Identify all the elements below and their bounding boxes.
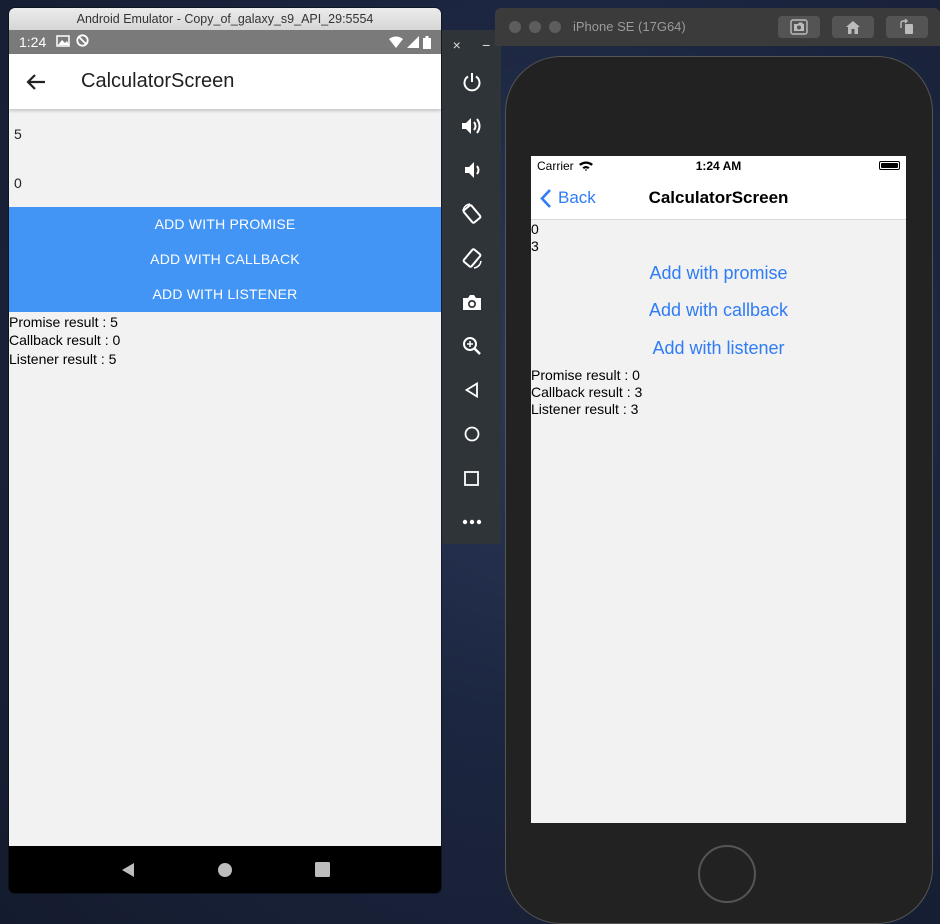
screenshot-icon	[790, 19, 808, 35]
android-add-with-promise-button[interactable]: ADD WITH PROMISE	[9, 207, 441, 242]
close-window-button[interactable]	[509, 21, 521, 33]
ios-callback-result: Callback result : 3	[531, 384, 643, 400]
battery-icon	[879, 161, 900, 170]
simulator-screenshot-button[interactable]	[778, 16, 820, 38]
android-callback-result: Callback result : 0	[9, 332, 121, 348]
volume-down-button[interactable]	[442, 148, 501, 192]
volume-up-button[interactable]	[442, 104, 501, 148]
ios-promise-result: Promise result : 0	[531, 367, 640, 383]
more-icon	[462, 519, 481, 525]
zoom-window-button[interactable]	[549, 21, 561, 33]
volume-up-icon	[461, 118, 480, 134]
android-add-with-listener-button[interactable]: ADD WITH LISTENER	[9, 277, 441, 312]
android-status-bar: 1:24	[9, 30, 441, 54]
simulator-rotate-button[interactable]	[886, 16, 928, 38]
volume-down-icon	[464, 162, 479, 178]
image-icon	[56, 34, 70, 50]
zoom-button[interactable]	[442, 324, 501, 368]
rotate-left-icon	[461, 203, 481, 224]
ios-window-titlebar[interactable]: iPhone SE (17G64)	[495, 8, 940, 46]
signal-icon	[407, 36, 419, 48]
ios-status-bar: Carrier 1:24 AM	[531, 156, 906, 176]
simulator-home-button[interactable]	[832, 16, 874, 38]
nav-back-icon[interactable]	[120, 862, 136, 878]
android-first-value: 5	[14, 126, 22, 142]
arrow-left-icon	[26, 73, 45, 90]
nav-home-icon[interactable]	[217, 862, 233, 878]
android-listener-result: Listener result : 5	[9, 351, 117, 367]
minimize-window-button[interactable]	[529, 21, 541, 33]
home-button[interactable]	[442, 412, 501, 456]
rotate-right-icon	[462, 248, 482, 269]
android-app-bar: CalculatorScreen	[9, 54, 441, 109]
ios-navigation-bar: CalculatorScreen Back	[531, 176, 906, 220]
wifi-icon	[389, 36, 403, 48]
close-panel-button[interactable]: ×	[453, 37, 461, 53]
home-icon	[464, 426, 479, 442]
android-navigation-bar	[9, 846, 441, 893]
android-back-button[interactable]	[9, 54, 63, 109]
ios-back-button[interactable]: Back	[539, 176, 596, 220]
android-second-value: 0	[14, 175, 22, 191]
ios-add-with-promise-button[interactable]: Add with promise	[531, 263, 906, 284]
rotate-right-button[interactable]	[442, 236, 501, 280]
android-window-title: Android Emulator - Copy_of_galaxy_s9_API…	[76, 12, 374, 26]
android-emulator-window: Android Emulator - Copy_of_galaxy_s9_API…	[9, 8, 441, 893]
power-icon	[463, 73, 480, 92]
android-screen-content: 5 0 ADD WITH PROMISE ADD WITH CALLBACK A…	[9, 109, 441, 846]
rotate-device-icon	[900, 19, 913, 34]
nav-overview-icon[interactable]	[315, 862, 331, 877]
ios-status-time: 1:24 AM	[695, 159, 742, 173]
android-promise-result: Promise result : 5	[9, 314, 118, 330]
screenshot-button[interactable]	[442, 280, 501, 324]
ios-screen: Carrier 1:24 AM CalculatorScreen Back 0 …	[531, 156, 906, 823]
house-icon	[846, 20, 860, 34]
minimize-panel-button[interactable]: −	[482, 37, 490, 53]
ios-listener-result: Listener result : 3	[531, 401, 639, 417]
emulator-tool-panel: × −	[442, 30, 501, 544]
iphone-home-button[interactable]	[698, 845, 756, 903]
rotate-left-button[interactable]	[442, 192, 501, 236]
chevron-left-icon	[540, 188, 551, 208]
do-not-disturb-icon	[76, 34, 89, 50]
ios-second-value: 3	[531, 238, 539, 254]
android-window-titlebar[interactable]: Android Emulator - Copy_of_galaxy_s9_API…	[9, 8, 441, 30]
ios-first-value: 0	[531, 221, 539, 237]
android-add-with-callback-button[interactable]: ADD WITH CALLBACK	[9, 242, 441, 277]
ios-back-label: Back	[558, 188, 596, 207]
ios-add-with-listener-button[interactable]: Add with listener	[531, 338, 906, 359]
zoom-icon	[462, 337, 481, 355]
android-screen-title: CalculatorScreen	[81, 70, 235, 92]
more-button[interactable]	[442, 500, 501, 544]
android-status-time: 1:24	[19, 34, 47, 50]
overview-button[interactable]	[442, 456, 501, 500]
back-icon	[464, 382, 478, 398]
ios-window-title: iPhone SE (17G64)	[573, 19, 686, 34]
ios-add-with-callback-button[interactable]: Add with callback	[531, 300, 906, 321]
overview-icon	[464, 470, 479, 486]
battery-icon	[423, 35, 431, 49]
back-button[interactable]	[442, 368, 501, 412]
android-status-icons	[389, 35, 431, 49]
camera-icon	[462, 294, 481, 310]
power-button[interactable]	[442, 60, 501, 104]
